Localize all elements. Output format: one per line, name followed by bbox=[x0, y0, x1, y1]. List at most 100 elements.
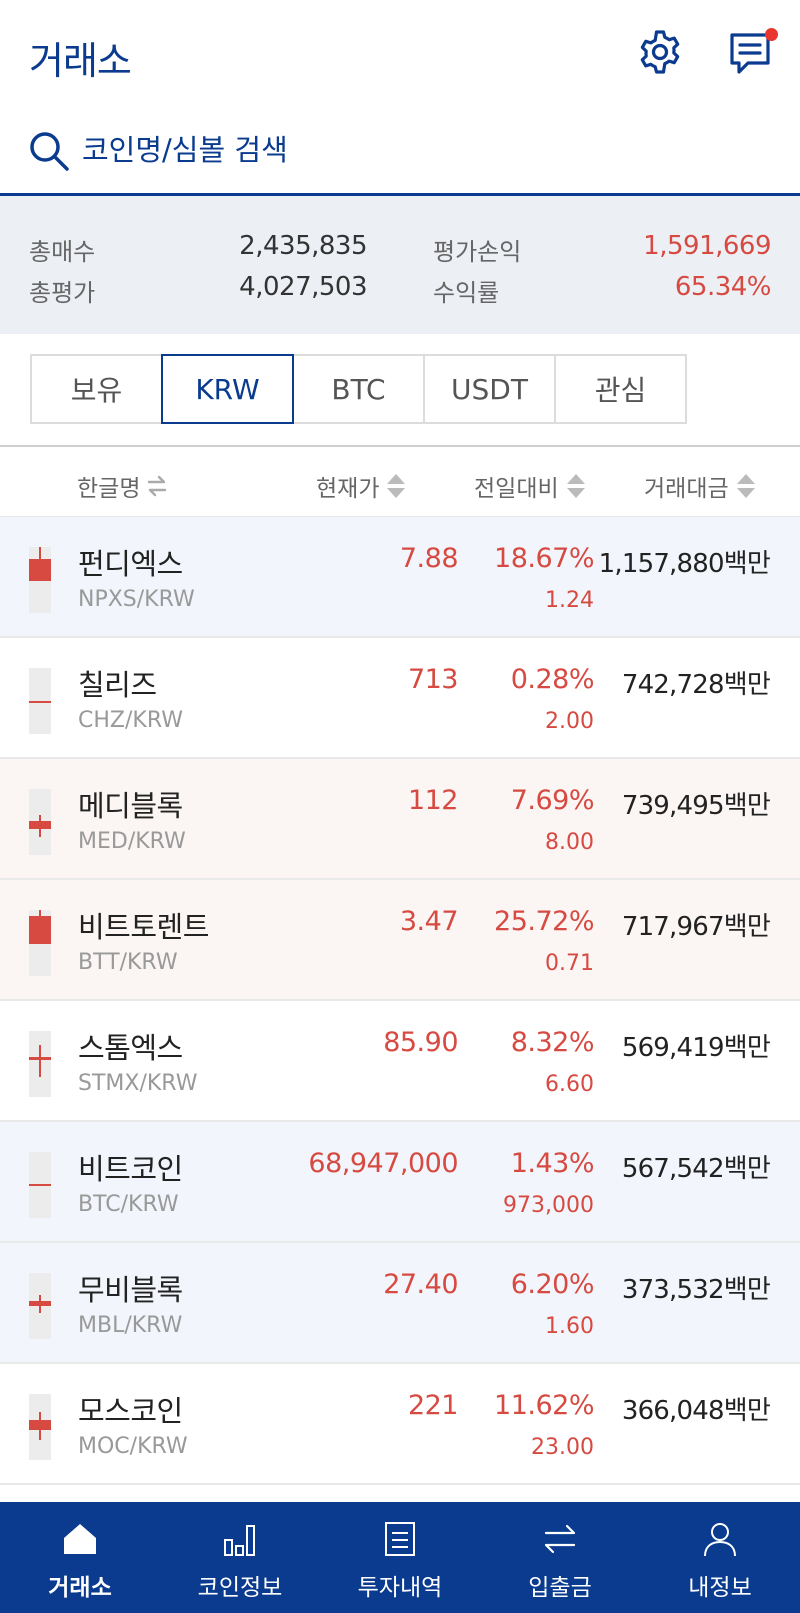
coin-row[interactable]: 비트코인 BTC/KRW 68,947,000 1.43% 973,000 56… bbox=[0, 1122, 800, 1243]
column-name[interactable]: 한글명 bbox=[77, 469, 168, 503]
tab-holdings[interactable]: 보유 bbox=[30, 354, 163, 424]
coin-change-amt: 2.00 bbox=[545, 709, 594, 734]
coin-row[interactable]: 무비블록 MBL/KRW 27.40 6.20% 1.60 373,532백만 bbox=[0, 1243, 800, 1364]
coin-price: 713 bbox=[407, 664, 459, 695]
coin-name: 스톰엑스 bbox=[78, 1031, 183, 1065]
coin-price: 27.40 bbox=[383, 1269, 458, 1300]
nav-my-info[interactable]: 내정보 bbox=[640, 1502, 800, 1613]
coin-change-pct: 18.67% bbox=[494, 543, 594, 574]
coin-change-amt: 8.00 bbox=[545, 830, 594, 855]
coin-volume: 739,495백만 bbox=[621, 791, 771, 821]
candle-icon bbox=[29, 1394, 51, 1460]
column-change[interactable]: 전일대비 bbox=[474, 469, 587, 503]
candle-icon bbox=[29, 910, 51, 976]
coin-symbol: MED/KRW bbox=[78, 829, 186, 854]
coin-row[interactable]: 칠리즈 CHZ/KRW 713 0.28% 2.00 742,728백만 bbox=[0, 638, 800, 759]
coin-name: 비트토렌트 bbox=[78, 910, 209, 944]
return-label: 수익률 bbox=[433, 279, 500, 307]
coin-price: 112 bbox=[407, 785, 459, 816]
candle-icon bbox=[29, 789, 51, 855]
page-title: 거래소 bbox=[29, 39, 132, 83]
coin-symbol: MBL/KRW bbox=[78, 1313, 183, 1338]
coin-price: 85.90 bbox=[383, 1027, 458, 1058]
coin-volume: 569,419백만 bbox=[621, 1033, 771, 1063]
coin-row[interactable]: 스톰엑스 STMX/KRW 85.90 8.32% 6.60 569,419백만 bbox=[0, 1001, 800, 1122]
coin-name: 무비블록 bbox=[78, 1273, 183, 1307]
coin-list: 펀디엑스 NPXS/KRW 7.88 18.67% 1.24 1,157,880… bbox=[0, 517, 800, 1485]
coin-change-amt: 0.71 bbox=[545, 951, 594, 976]
total-buy-value: 2,435,835 bbox=[239, 231, 367, 261]
coin-row[interactable]: 메디블록 MED/KRW 112 7.69% 8.00 739,495백만 bbox=[0, 759, 800, 880]
column-price[interactable]: 현재가 bbox=[316, 469, 407, 503]
app-header: 거래소 bbox=[0, 0, 800, 104]
coin-name: 칠리즈 bbox=[78, 668, 157, 702]
sort-icon bbox=[566, 474, 585, 498]
coin-change-amt: 6.60 bbox=[545, 1072, 594, 1097]
portfolio-summary: 총매수 2,435,835 총평가 4,027,503 평가손익 1,591,6… bbox=[0, 196, 800, 334]
coin-change-amt: 23.00 bbox=[531, 1435, 594, 1460]
nav-label: 거래소 bbox=[48, 1575, 112, 1601]
coin-change-amt: 973,000 bbox=[503, 1193, 594, 1218]
coin-row[interactable]: 펀디엑스 NPXS/KRW 7.88 18.67% 1.24 1,157,880… bbox=[0, 517, 800, 638]
coin-symbol: BTC/KRW bbox=[78, 1192, 179, 1217]
nav-coin-info[interactable]: 코인정보 bbox=[160, 1502, 320, 1613]
coin-change-pct: 1.43% bbox=[510, 1148, 595, 1179]
search-bar bbox=[0, 104, 800, 196]
coin-change-pct: 8.32% bbox=[510, 1027, 595, 1058]
notification-dot bbox=[765, 28, 778, 41]
home-icon bbox=[64, 1524, 96, 1554]
coin-symbol: MOC/KRW bbox=[78, 1434, 188, 1459]
swap-sort-icon bbox=[148, 475, 167, 497]
tab-krw[interactable]: KRW bbox=[161, 354, 294, 424]
messages-button[interactable] bbox=[728, 28, 778, 78]
coin-volume: 567,542백만 bbox=[621, 1154, 771, 1184]
tab-usdt[interactable]: USDT bbox=[423, 354, 556, 424]
column-volume[interactable]: 거래대금 bbox=[644, 469, 757, 503]
sort-icon bbox=[736, 474, 755, 498]
coin-change-pct: 7.69% bbox=[510, 785, 595, 816]
bottom-nav: 거래소 코인정보 투자내역 입출금 내정보 bbox=[0, 1502, 800, 1613]
candle-icon bbox=[29, 1152, 51, 1218]
coin-volume: 1,157,880백만 bbox=[598, 549, 771, 579]
tab-btc[interactable]: BTC bbox=[292, 354, 425, 424]
column-change-label: 전일대비 bbox=[474, 476, 559, 502]
coin-name: 비트코인 bbox=[78, 1152, 183, 1186]
gear-icon[interactable] bbox=[636, 28, 684, 76]
coin-name: 메디블록 bbox=[78, 789, 183, 823]
user-icon bbox=[704, 1523, 736, 1557]
nav-investments[interactable]: 투자내역 bbox=[320, 1502, 480, 1613]
bar-chart-icon bbox=[224, 1525, 255, 1556]
coin-volume: 373,532백만 bbox=[621, 1275, 771, 1305]
search-input[interactable] bbox=[82, 128, 762, 172]
coin-volume: 742,728백만 bbox=[621, 670, 771, 700]
coin-price: 7.88 bbox=[399, 543, 459, 574]
candle-icon bbox=[29, 668, 51, 734]
candle-icon bbox=[29, 1031, 51, 1097]
tab-favorites[interactable]: 관심 bbox=[554, 354, 687, 424]
nav-deposit-withdraw[interactable]: 입출금 bbox=[480, 1502, 640, 1613]
coin-symbol: STMX/KRW bbox=[78, 1071, 198, 1096]
column-name-label: 한글명 bbox=[77, 476, 141, 502]
nav-exchange[interactable]: 거래소 bbox=[0, 1502, 160, 1613]
candle-icon bbox=[29, 1273, 51, 1339]
total-buy-label: 총매수 bbox=[29, 238, 96, 266]
pnl-label: 평가손익 bbox=[433, 238, 522, 266]
table-header: 한글명 현재가 전일대비 거래대금 bbox=[0, 445, 800, 517]
sort-icon bbox=[387, 474, 406, 498]
coin-price: 221 bbox=[407, 1390, 459, 1421]
coin-name: 모스코인 bbox=[78, 1394, 183, 1428]
pnl-value: 1,591,669 bbox=[643, 231, 771, 261]
coin-change-pct: 11.62% bbox=[494, 1390, 594, 1421]
coin-row[interactable]: 비트토렌트 BTT/KRW 3.47 25.72% 0.71 717,967백만 bbox=[0, 880, 800, 1001]
coin-volume: 366,048백만 bbox=[621, 1396, 771, 1426]
column-price-label: 현재가 bbox=[316, 476, 380, 502]
nav-label: 코인정보 bbox=[197, 1575, 283, 1601]
coin-change-pct: 25.72% bbox=[494, 906, 594, 937]
coin-price: 3.47 bbox=[399, 906, 459, 937]
return-value: 65.34% bbox=[674, 272, 772, 302]
coin-volume: 717,967백만 bbox=[621, 912, 771, 942]
total-eval-label: 총평가 bbox=[29, 279, 96, 307]
coin-row[interactable]: 모스코인 MOC/KRW 221 11.62% 23.00 366,048백만 bbox=[0, 1364, 800, 1485]
coin-name: 펀디엑스 bbox=[78, 547, 183, 581]
total-eval-value: 4,027,503 bbox=[239, 272, 367, 302]
